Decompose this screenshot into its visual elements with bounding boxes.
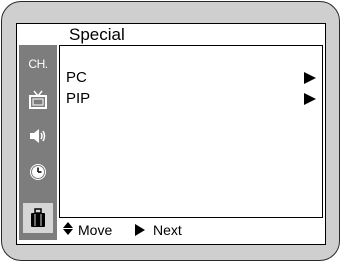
arrow-right-icon bbox=[135, 224, 145, 236]
menu-item-label: PC bbox=[66, 69, 87, 86]
menu-item-pip[interactable]: PIP bbox=[66, 90, 316, 108]
next-hint-label: Next bbox=[153, 222, 182, 238]
arrow-right-icon bbox=[304, 93, 316, 105]
sidebar-item-special[interactable] bbox=[23, 203, 53, 233]
sidebar-item-channel[interactable]: CH. bbox=[23, 49, 53, 79]
menu-title: Special bbox=[69, 25, 125, 44]
move-hint-label: Move bbox=[78, 222, 113, 238]
menu-panel: PC PIP bbox=[59, 45, 323, 218]
clock-icon bbox=[30, 164, 46, 180]
up-down-arrows-icon bbox=[63, 222, 73, 235]
tv-icon bbox=[29, 90, 47, 109]
sidebar-item-picture[interactable] bbox=[23, 85, 53, 115]
speaker-icon bbox=[30, 129, 46, 143]
menu-item-pc[interactable]: PC bbox=[66, 69, 316, 87]
menu-item-label: PIP bbox=[66, 90, 91, 107]
sidebar: CH. bbox=[19, 45, 57, 240]
osd-menu: Special CH. PC PIP Move Next bbox=[16, 23, 326, 245]
suitcase-icon bbox=[31, 208, 45, 227]
footer-hints: Move Next bbox=[59, 220, 323, 240]
channel-icon: CH. bbox=[28, 57, 48, 71]
sidebar-item-sound[interactable] bbox=[23, 121, 53, 151]
sidebar-item-time[interactable] bbox=[23, 157, 53, 187]
arrow-right-icon bbox=[304, 72, 316, 84]
